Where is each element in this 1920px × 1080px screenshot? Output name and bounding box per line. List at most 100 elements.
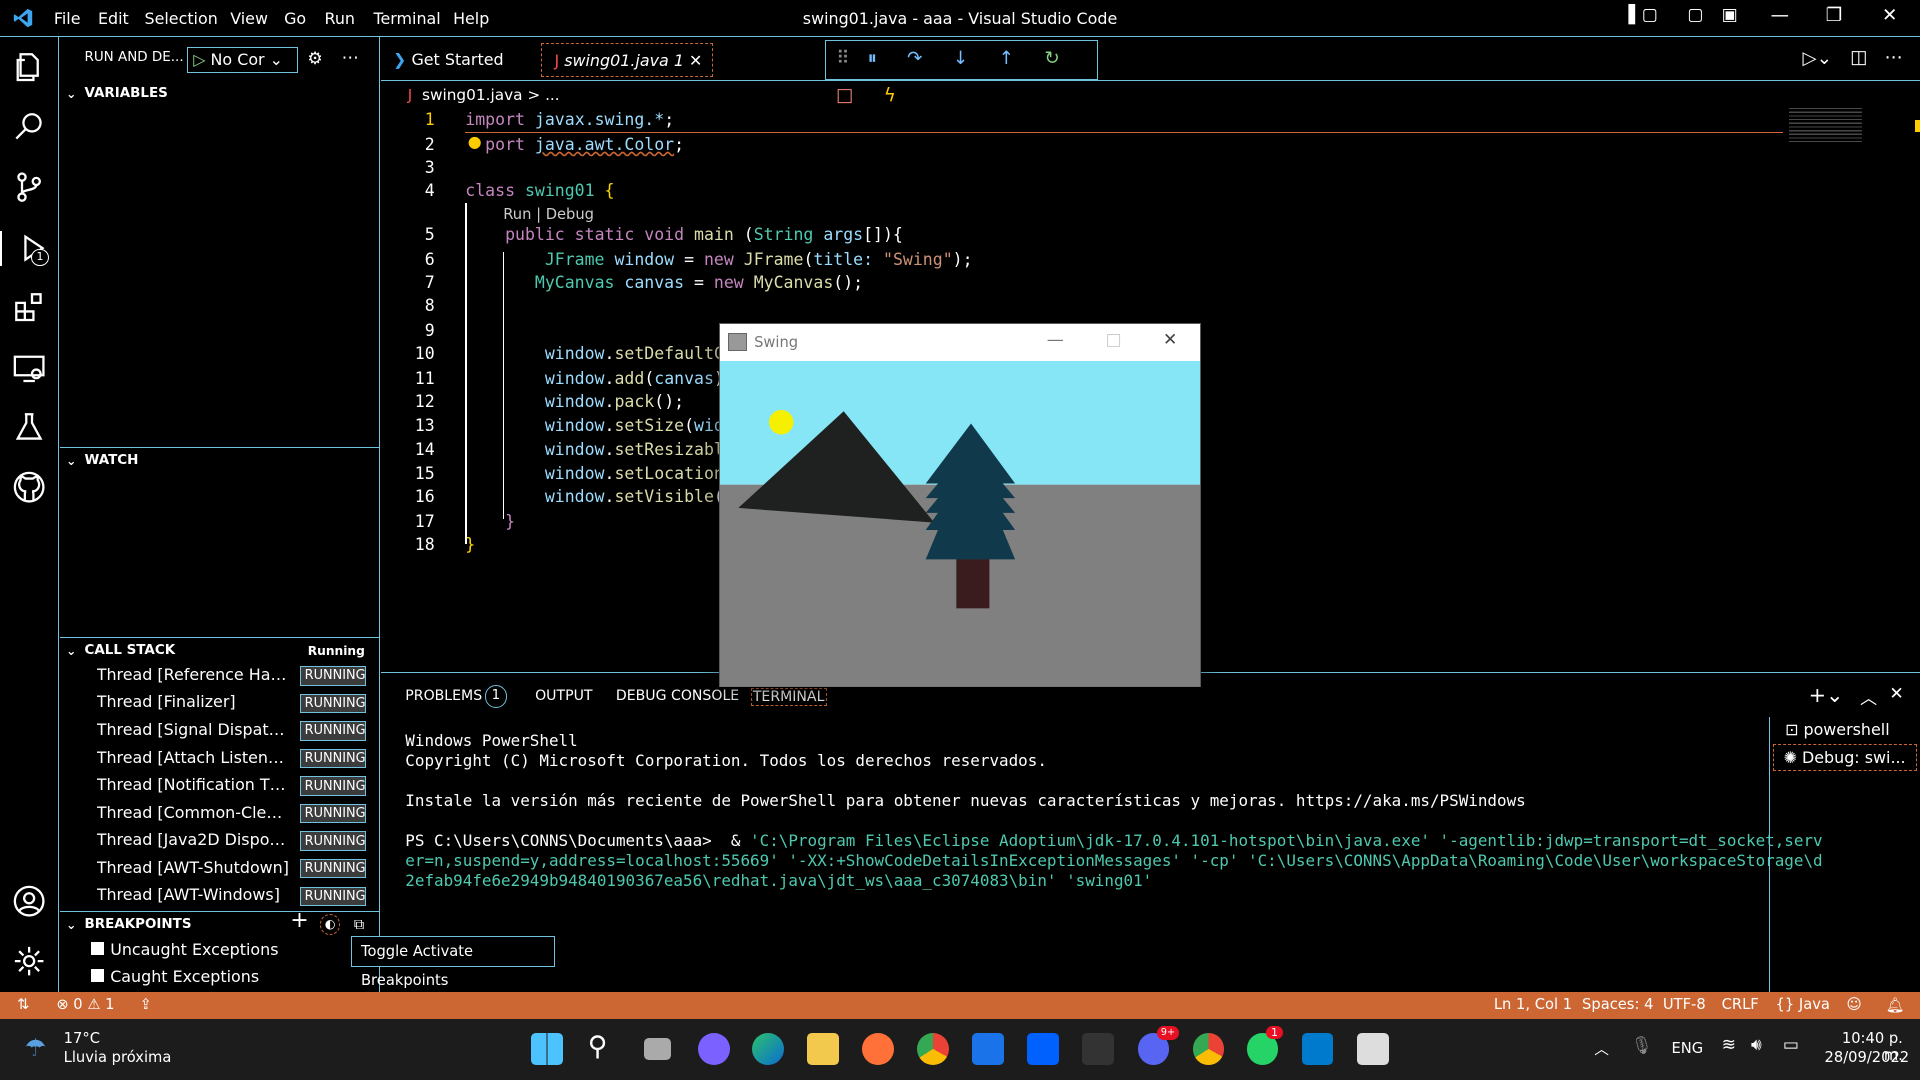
start-debug-icon[interactable]: ▷ xyxy=(193,50,205,69)
toggle-breakpoints-icon[interactable]: ◐ xyxy=(319,914,341,936)
customize-layout-icon[interactable]: ▣ xyxy=(1722,5,1738,25)
weather-temp[interactable]: 17°C xyxy=(64,1030,100,1047)
close-panel-icon[interactable]: ✕ xyxy=(1889,684,1903,704)
explorer-icon[interactable] xyxy=(12,50,46,84)
swing-titlebar[interactable]: Swing — □ ✕ xyxy=(719,324,1200,361)
weather-icon[interactable]: ☂ xyxy=(24,1033,46,1062)
tab-problems[interactable]: PROBLEMS xyxy=(405,688,482,704)
launch-config-select[interactable]: ▷ No Cor ⌄ xyxy=(187,46,298,74)
remote-explorer-icon[interactable] xyxy=(12,351,46,385)
run-debug-icon[interactable]: 1 xyxy=(0,231,59,266)
discord-icon[interactable]: 9+ xyxy=(1137,1026,1179,1066)
volume-icon[interactable]: 🔊︎ xyxy=(1751,1035,1762,1055)
new-terminal-icon[interactable]: +⌄ xyxy=(1809,683,1844,707)
close-icon[interactable]: ✕ xyxy=(1163,330,1177,350)
weather-desc[interactable]: Lluvia próxima xyxy=(64,1049,172,1066)
line-ending[interactable]: CRLF xyxy=(1722,996,1759,1013)
remote-icon[interactable]: ⇅ xyxy=(17,996,29,1013)
tab-swing01-java[interactable]: J swing01.java 1 ✕ xyxy=(541,42,713,78)
dropbox-icon[interactable] xyxy=(1027,1033,1060,1066)
firefox-icon[interactable] xyxy=(862,1033,894,1066)
tab-terminal[interactable]: TERMINAL xyxy=(750,687,827,706)
step-into-icon[interactable]: ↓ xyxy=(953,48,981,69)
mail-icon[interactable] xyxy=(972,1033,1005,1066)
thread-item[interactable]: Thread [AWT-Windows] xyxy=(97,885,290,904)
terminal-item-debug[interactable]: ✺ Debug: swi... xyxy=(1772,744,1918,772)
language-indicator[interactable]: ENG xyxy=(1671,1040,1703,1057)
minimize-icon[interactable]: — xyxy=(1047,330,1064,350)
indentation[interactable]: Spaces: 4 xyxy=(1582,996,1653,1013)
step-out-icon[interactable]: ↑ xyxy=(999,48,1027,69)
call-stack-header[interactable]: ⌄ CALL STACK Running xyxy=(60,636,380,664)
accounts-icon[interactable] xyxy=(12,884,46,918)
manage-gear-icon[interactable] xyxy=(12,944,46,978)
thread-item[interactable]: Thread [Attach Listener] xyxy=(97,748,290,767)
problems-status[interactable]: ⊗ 0 ⚠ 1 xyxy=(56,996,114,1013)
chrome-icon[interactable] xyxy=(917,1033,949,1066)
cursor-position[interactable]: Ln 1, Col 1 xyxy=(1494,996,1572,1013)
start-button-icon[interactable] xyxy=(531,1033,564,1066)
thread-item[interactable]: Thread [Finalizer] xyxy=(97,692,290,711)
minimize-icon[interactable]: — xyxy=(1771,5,1789,26)
watch-header[interactable]: ⌄ WATCH xyxy=(60,446,380,474)
tab-get-started[interactable]: ❯ Get Started xyxy=(381,43,538,77)
file-explorer-icon[interactable] xyxy=(806,1033,839,1066)
vscode-taskbar-icon[interactable] xyxy=(1301,1033,1334,1066)
split-editor-icon[interactable]: ◫ xyxy=(1850,47,1867,68)
minimap[interactable] xyxy=(1788,107,1863,143)
breakpoint-caught[interactable]: Caught Exceptions xyxy=(90,967,259,986)
edge-icon[interactable] xyxy=(751,1033,784,1066)
toggle-sidebar-icon[interactable]: ▌▢ xyxy=(1629,5,1658,25)
task-view-icon[interactable] xyxy=(644,1038,672,1061)
java-app-icon[interactable] xyxy=(1356,1033,1389,1066)
terminal-item-powershell[interactable]: ⊡ powershell xyxy=(1785,720,1890,739)
thread-item[interactable]: Thread [Reference Handl... xyxy=(97,665,290,684)
thread-item[interactable]: Thread [Java2D Disposer] xyxy=(97,830,290,849)
thread-item[interactable]: Thread [Common-Clean... xyxy=(97,803,290,822)
search-icon[interactable]: ⚲ xyxy=(588,1031,608,1062)
codelens-run-debug[interactable]: Run | Debug xyxy=(503,206,594,223)
checkbox-icon[interactable] xyxy=(90,941,105,956)
close-tab-icon[interactable]: ✕ xyxy=(689,51,702,70)
breakpoint-uncaught[interactable]: Uncaught Exceptions xyxy=(90,940,279,959)
whatsapp-icon[interactable]: 1 xyxy=(1246,1026,1283,1066)
more-actions-icon[interactable]: ⋯ xyxy=(1884,47,1902,68)
maximize-panel-icon[interactable]: ︿ xyxy=(1860,684,1877,709)
extensions-icon[interactable] xyxy=(12,290,46,324)
drag-handle-icon[interactable]: ⠿ xyxy=(836,48,849,69)
breakpoints-header[interactable]: ⌄ BREAKPOINTS + ◐ ⧉ xyxy=(60,908,380,938)
clock-date[interactable]: 28/09/2022 xyxy=(1825,1049,1910,1066)
feedback-icon[interactable]: ☺ xyxy=(1847,996,1862,1013)
add-breakpoint-icon[interactable]: + xyxy=(290,908,308,935)
thread-item[interactable]: Thread [Notification Thr... xyxy=(97,775,290,794)
more-actions-icon[interactable]: ⋯ xyxy=(342,48,359,68)
thread-item[interactable]: Thread [AWT-Shutdown] xyxy=(97,858,290,877)
notifications-bell-icon[interactable]: 🔔︎ xyxy=(1886,996,1905,1014)
tab-output[interactable]: OUTPUT xyxy=(535,688,592,704)
run-file-icon[interactable]: ▷⌄ xyxy=(1802,48,1832,69)
breadcrumb-file[interactable]: swing01.java xyxy=(422,86,523,104)
restore-icon[interactable]: ❐ xyxy=(1826,5,1842,26)
breadcrumb-rest[interactable]: > ... xyxy=(527,86,559,104)
game-icon[interactable] xyxy=(1082,1033,1115,1066)
github-icon[interactable] xyxy=(12,470,46,504)
close-icon[interactable]: ✕ xyxy=(1882,5,1897,26)
variables-header[interactable]: ⌄ VARIABLES xyxy=(60,81,380,108)
tab-debug-console[interactable]: DEBUG CONSOLE xyxy=(616,688,739,704)
chrome-profile-icon[interactable] xyxy=(1192,1033,1225,1066)
source-control-icon[interactable] xyxy=(12,170,46,204)
battery-icon[interactable]: ▭ xyxy=(1783,1035,1799,1055)
search-icon[interactable] xyxy=(12,110,46,144)
language-mode[interactable]: {} Java xyxy=(1776,996,1830,1013)
restart-icon[interactable]: ↻ xyxy=(1044,48,1072,69)
chat-icon[interactable] xyxy=(697,1033,730,1066)
debug-status-icon[interactable]: ⇪ xyxy=(140,996,152,1013)
swing-app-window[interactable]: Swing — □ ✕ xyxy=(718,323,1202,687)
pause-icon[interactable]: ⏸ xyxy=(868,48,889,69)
encoding[interactable]: UTF-8 xyxy=(1663,996,1706,1013)
thread-item[interactable]: Thread [Signal Dispatcher] xyxy=(97,720,290,739)
wifi-icon[interactable]: ≋ xyxy=(1722,1035,1736,1055)
microphone-icon[interactable]: 🎙︎ xyxy=(1631,1036,1653,1056)
step-over-icon[interactable]: ↷ xyxy=(907,48,935,69)
settings-gear-icon[interactable]: ⚙ xyxy=(307,49,322,69)
